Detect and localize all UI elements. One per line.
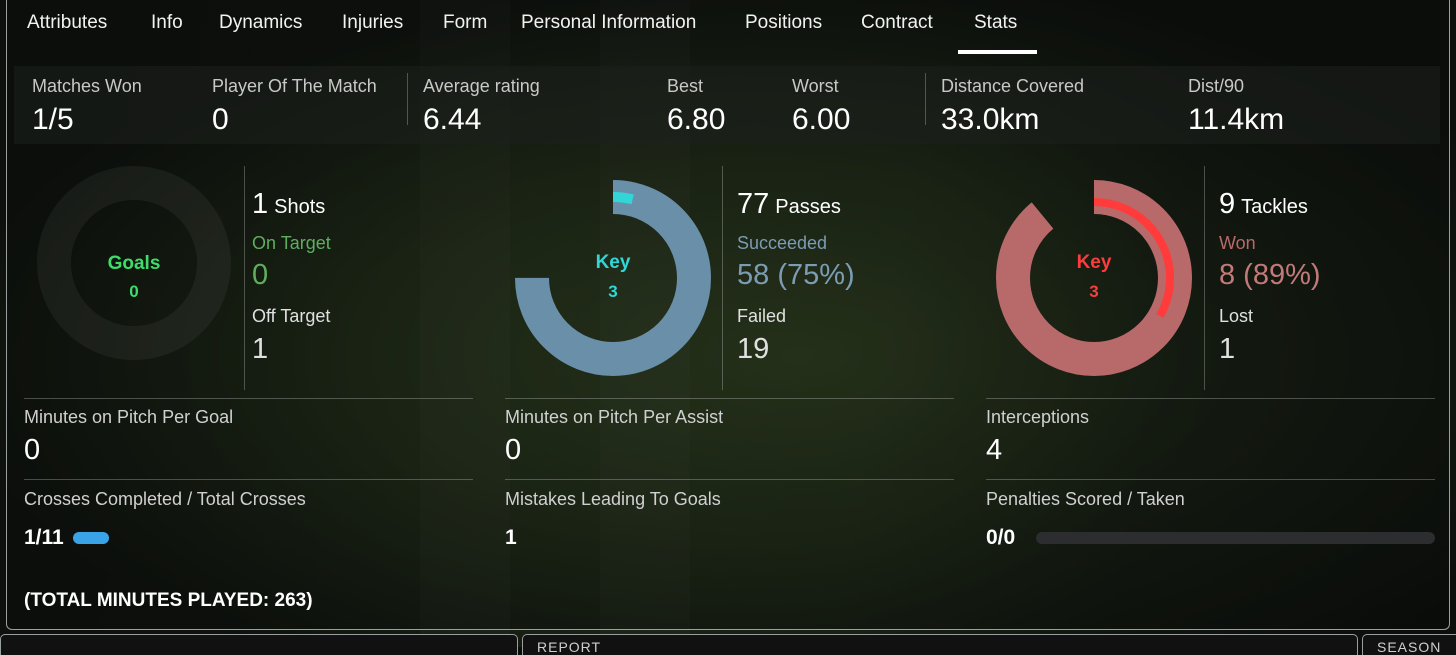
interceptions-label: Interceptions (986, 407, 1090, 427)
divider (24, 479, 473, 480)
divider (505, 398, 954, 399)
mistakes-value: 1 (505, 526, 517, 549)
stat-label: Best (667, 76, 704, 96)
shots-count: 1 (252, 188, 269, 220)
stat-value: 0 (212, 103, 229, 136)
tab-form[interactable]: Form (443, 12, 487, 34)
divider (1204, 166, 1205, 390)
stat-label: Dist/90 (1188, 76, 1245, 96)
season-button-label: SEASON (1377, 639, 1442, 655)
min-per-goal-label: Minutes on Pitch Per Goal (24, 407, 234, 427)
succeeded-value: 58 (75%) (737, 259, 855, 291)
bottom-button-left[interactable] (0, 634, 518, 655)
donut-label: Goals (108, 253, 161, 274)
goals-donut: Goals 0 (37, 166, 231, 360)
report-button[interactable]: REPORT (522, 634, 1358, 655)
crosses-label: Crosses Completed / Total Crosses (24, 489, 306, 509)
off-target-label: Off Target (252, 306, 331, 326)
tackles-donut: Key 3 (996, 180, 1192, 376)
average-rating-stat: Average rating 6.44 (423, 76, 540, 137)
tackles-total: 9 Tackles (1219, 188, 1308, 221)
stat-value: 11.4km (1188, 103, 1285, 136)
season-button[interactable]: SEASON (1362, 634, 1456, 655)
won-value: 8 (89%) (1219, 259, 1321, 291)
tackles-won-arc (996, 180, 1192, 376)
tab-dynamics[interactable]: Dynamics (219, 12, 302, 34)
divider (244, 166, 245, 390)
stat-label: Worst (792, 76, 839, 96)
lost-value: 1 (1219, 333, 1236, 365)
divider (722, 166, 723, 390)
penalties-value: 0/0 (986, 526, 1016, 549)
donut-value: 0 (129, 282, 138, 301)
min-per-assist-value: 0 (505, 434, 522, 466)
passes-donut: Key 3 (515, 180, 711, 376)
best-rating-stat: Best 6.80 (667, 76, 725, 137)
stat-value: 6.00 (792, 103, 851, 136)
penalties-progress-track (1036, 532, 1435, 544)
tab-stats[interactable]: Stats (974, 12, 1017, 34)
on-target-value: 0 (252, 259, 269, 291)
stat-value: 33.0km (941, 103, 1040, 136)
crosses-value: 1/11 (24, 526, 64, 549)
interceptions-value: 4 (986, 434, 1003, 466)
failed-label: Failed (737, 306, 787, 326)
report-button-label: REPORT (537, 639, 602, 655)
penalties-label: Penalties Scored / Taken (986, 489, 1185, 509)
donut-value: 3 (1089, 282, 1098, 301)
stat-label: Distance Covered (941, 76, 1085, 96)
failed-value: 19 (737, 333, 770, 365)
passes-count: 77 (737, 188, 770, 220)
passes-label: Passes (775, 196, 841, 218)
stat-label: Player Of The Match (212, 76, 377, 96)
active-tab-indicator (958, 50, 1037, 54)
divider (24, 398, 473, 399)
tab-injuries[interactable]: Injuries (342, 12, 403, 34)
player-of-match-stat: Player Of The Match 0 (212, 76, 377, 137)
divider (986, 479, 1435, 480)
stat-value: 1/5 (32, 103, 74, 136)
donut-label: Key (1077, 252, 1112, 273)
divider (986, 398, 1435, 399)
crosses-progress-bar (73, 532, 109, 544)
shots-label: Shots (274, 196, 326, 218)
stat-label: Matches Won (32, 76, 142, 96)
min-per-assist-label: Minutes on Pitch Per Assist (505, 407, 724, 427)
shots-total: 1 Shots (252, 188, 325, 221)
divider (505, 479, 954, 480)
won-label: Won (1219, 233, 1256, 253)
passes-total: 77 Passes (737, 188, 841, 221)
passes-succeeded-arc (515, 180, 711, 376)
tab-info[interactable]: Info (151, 12, 183, 34)
total-minutes-played: (TOTAL MINUTES PLAYED: 263) (24, 590, 313, 611)
tab-personal-information[interactable]: Personal Information (521, 12, 696, 34)
distance-per-90-stat: Dist/90 11.4km (1188, 76, 1284, 137)
matches-won-stat: Matches Won 1/5 (32, 76, 142, 137)
tab-positions[interactable]: Positions (745, 12, 822, 34)
lost-label: Lost (1219, 306, 1254, 326)
donut-label: Key (596, 252, 631, 273)
tab-attributes[interactable]: Attributes (27, 12, 107, 34)
distance-covered-stat: Distance Covered 33.0km (941, 76, 1084, 137)
stat-label: Average rating (423, 76, 540, 96)
mistakes-label: Mistakes Leading To Goals (505, 489, 721, 509)
donut-value: 3 (608, 282, 617, 301)
on-target-label: On Target (252, 233, 331, 253)
tackles-count: 9 (1219, 188, 1236, 220)
succeeded-label: Succeeded (737, 233, 828, 253)
worst-rating-stat: Worst 6.00 (792, 76, 850, 137)
stat-value: 6.44 (423, 103, 482, 136)
tackles-label: Tackles (1241, 196, 1308, 218)
stat-value: 6.80 (667, 103, 726, 136)
tab-contract[interactable]: Contract (861, 12, 933, 34)
divider (925, 73, 926, 125)
divider (407, 73, 408, 125)
off-target-value: 1 (252, 333, 269, 365)
min-per-goal-value: 0 (24, 434, 41, 466)
